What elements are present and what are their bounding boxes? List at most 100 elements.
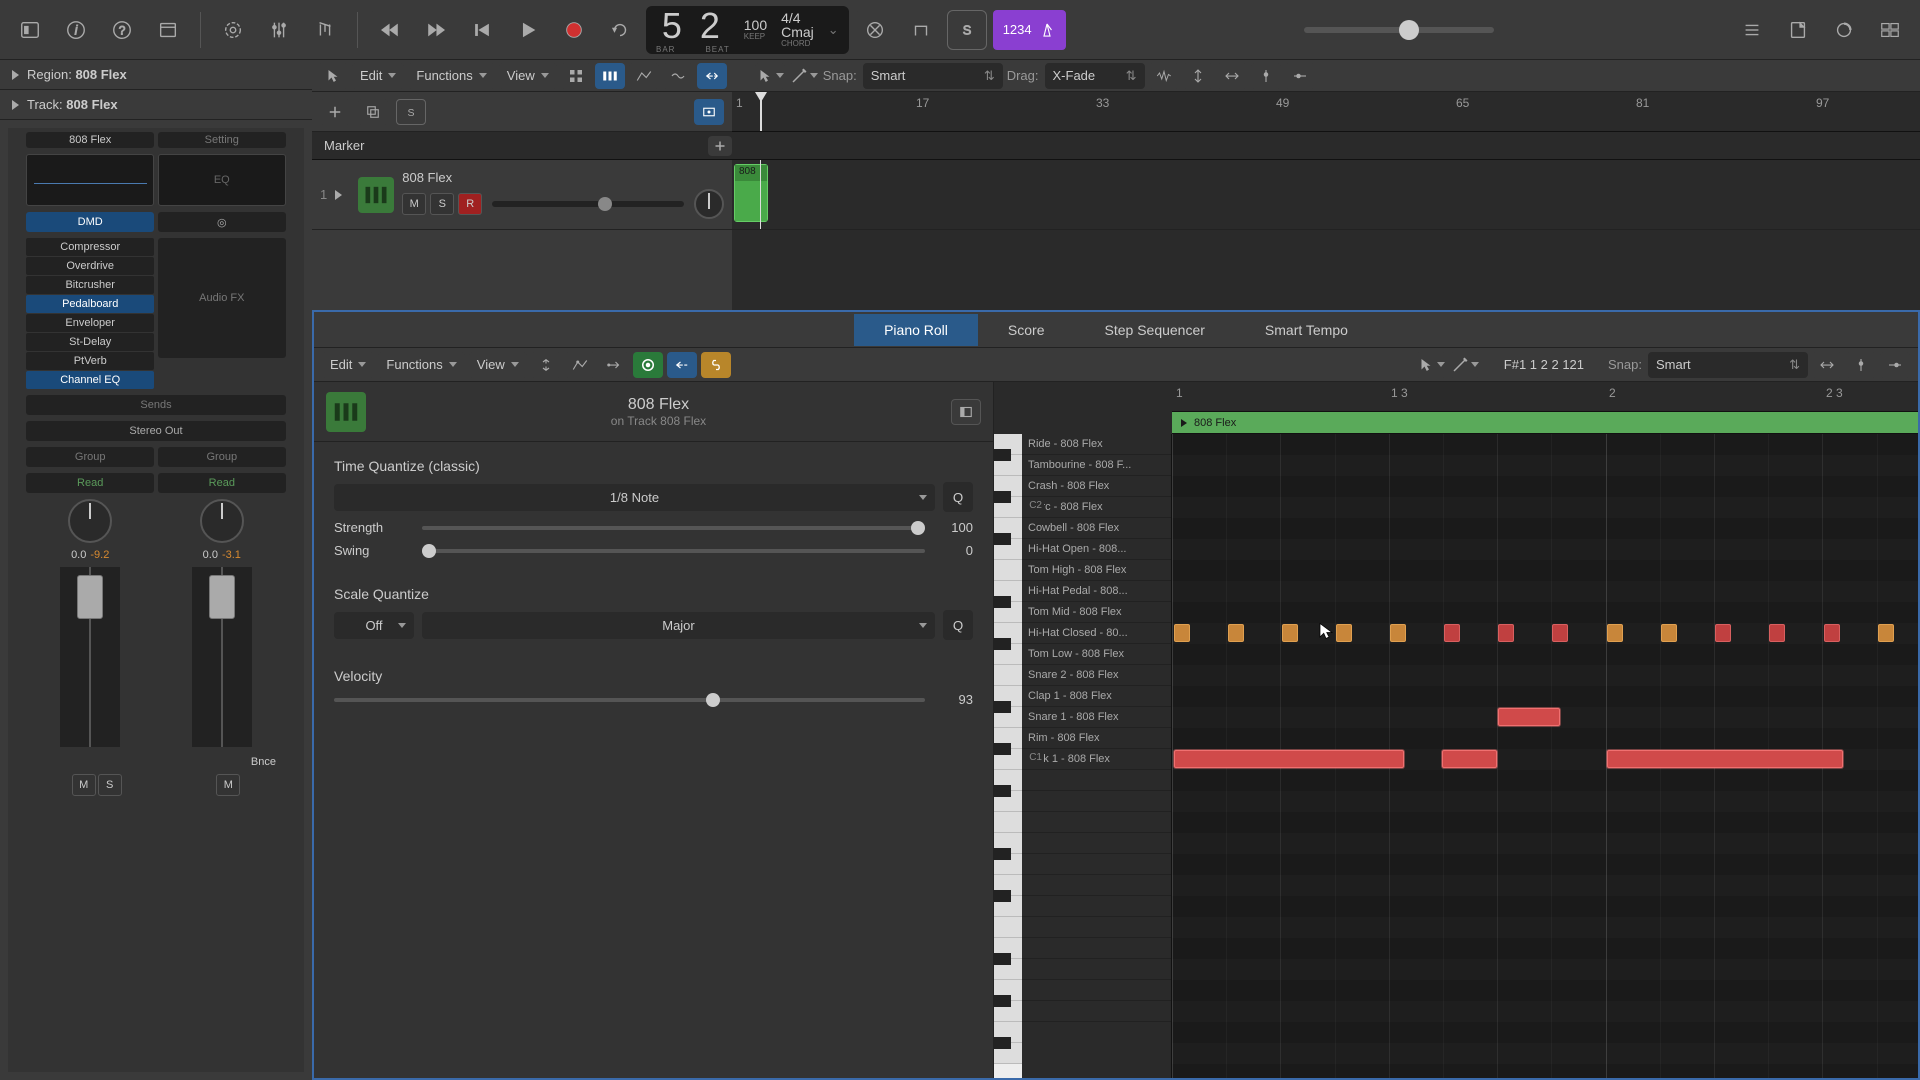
track-name[interactable]: 808 Flex bbox=[402, 170, 724, 185]
midi-note[interactable] bbox=[1715, 624, 1731, 642]
midi-note[interactable] bbox=[1228, 624, 1244, 642]
library-button[interactable] bbox=[10, 10, 50, 50]
drum-name-row[interactable]: Crash - 808 Flex bbox=[1022, 476, 1171, 497]
quantize-apply-button[interactable]: Q bbox=[943, 482, 973, 512]
scale-enable-select[interactable]: Off bbox=[334, 612, 414, 639]
drum-name-row[interactable]: Tambourine - 808 F... bbox=[1022, 455, 1171, 476]
setting-button[interactable]: Setting bbox=[158, 132, 286, 148]
instrument-slot[interactable]: DMD bbox=[26, 212, 154, 232]
setting-name[interactable]: 808 Flex bbox=[26, 132, 154, 148]
notes-button[interactable] bbox=[1778, 10, 1818, 50]
drum-name-row[interactable]: Hi-Hat Closed - 80... bbox=[1022, 623, 1171, 644]
drum-name-row[interactable]: Rim - 808 Flex bbox=[1022, 728, 1171, 749]
play-button[interactable] bbox=[508, 10, 548, 50]
mute-button[interactable]: M bbox=[72, 774, 96, 796]
editor-functions-menu[interactable]: Functions bbox=[378, 352, 464, 378]
drum-name-row[interactable]: Kick 1 - 808 Flex bbox=[1022, 749, 1171, 770]
plugin-slot[interactable]: Bitcrusher bbox=[26, 276, 154, 294]
drum-name-row[interactable]: Hi-Hat Open - 808... bbox=[1022, 539, 1171, 560]
global-solo-button[interactable]: S bbox=[396, 99, 426, 125]
track-pan-knob[interactable] bbox=[694, 189, 724, 219]
track-record-button[interactable]: R bbox=[458, 193, 482, 215]
collapse-button[interactable] bbox=[531, 352, 561, 378]
piano-roll-ruler[interactable]: 11 322 33 bbox=[1172, 382, 1918, 412]
plugin-slot[interactable]: Pedalboard bbox=[26, 295, 154, 313]
pan-knob[interactable] bbox=[68, 499, 112, 543]
piano-roll-region-lane[interactable]: 808 Flex bbox=[1172, 412, 1918, 434]
midi-note[interactable] bbox=[1442, 750, 1497, 768]
editor-tab-step-sequencer[interactable]: Step Sequencer bbox=[1075, 314, 1235, 346]
piano-keyboard[interactable]: C2C1 bbox=[994, 434, 1022, 1078]
list-editors-button[interactable] bbox=[1732, 10, 1772, 50]
waveform-zoom-button[interactable] bbox=[1149, 63, 1179, 89]
editors-button[interactable] bbox=[305, 10, 345, 50]
drum-name-row[interactable]: Clap 1 - 808 Flex bbox=[1022, 686, 1171, 707]
track-mute-button[interactable]: M bbox=[402, 193, 426, 215]
catch-playhead-editor[interactable] bbox=[667, 352, 697, 378]
velocity-slider[interactable] bbox=[334, 698, 925, 702]
plugin-slot[interactable]: Channel EQ bbox=[26, 371, 154, 389]
time-signature[interactable]: 4/4 bbox=[781, 11, 800, 25]
track-header[interactable]: 1 808 Flex M S R bbox=[312, 160, 732, 229]
forward-button[interactable] bbox=[416, 10, 456, 50]
drum-name-row[interactable]: Hi-Hat Pedal - 808... bbox=[1022, 581, 1171, 602]
record-button[interactable] bbox=[554, 10, 594, 50]
bounce-button[interactable]: Bnce bbox=[247, 754, 280, 770]
drag-select[interactable]: X-Fade⇅ bbox=[1045, 63, 1145, 89]
editor-tab-score[interactable]: Score bbox=[978, 314, 1075, 346]
eq-slot-empty[interactable]: EQ bbox=[158, 154, 286, 206]
grid-view-button[interactable] bbox=[561, 63, 591, 89]
arrange-empty-area[interactable] bbox=[732, 230, 1920, 310]
vertical-auto-zoom-button[interactable] bbox=[1183, 63, 1213, 89]
track-disclosure-icon[interactable] bbox=[335, 190, 342, 200]
editor-view-menu[interactable]: View bbox=[469, 352, 527, 378]
autopunch-button[interactable] bbox=[901, 10, 941, 50]
catch-button[interactable] bbox=[694, 99, 724, 125]
stereo-icon[interactable]: ◎ bbox=[158, 212, 286, 232]
group-slot[interactable]: Group bbox=[26, 447, 154, 467]
drum-name-row[interactable]: Snare 2 - 808 Flex bbox=[1022, 665, 1171, 686]
pointer-tool-arrange[interactable] bbox=[318, 63, 348, 89]
editor-horizontal-zoom-fit[interactable] bbox=[1812, 352, 1842, 378]
automation-mode[interactable]: Read bbox=[26, 473, 154, 493]
catch-playhead-button[interactable] bbox=[697, 63, 727, 89]
volume-fader[interactable] bbox=[60, 567, 120, 747]
sends-slot[interactable]: Sends bbox=[26, 395, 285, 415]
plugin-slot[interactable]: St-Delay bbox=[26, 333, 154, 351]
swing-value[interactable]: 0 bbox=[933, 543, 973, 558]
track-arrange-lane[interactable]: 808 bbox=[732, 160, 1920, 229]
stop-goto-start-button[interactable] bbox=[462, 10, 502, 50]
toolbar-button[interactable] bbox=[148, 10, 188, 50]
rewind-button[interactable] bbox=[370, 10, 410, 50]
track-icon[interactable] bbox=[358, 177, 394, 213]
eq-thumbnail[interactable] bbox=[26, 154, 154, 206]
vertical-zoom-slider[interactable] bbox=[1251, 63, 1281, 89]
key-signature[interactable]: Cmaj bbox=[781, 25, 814, 39]
midi-note[interactable] bbox=[1878, 624, 1894, 642]
midi-note[interactable] bbox=[1824, 624, 1840, 642]
strength-slider[interactable] bbox=[422, 526, 925, 530]
add-track-button[interactable] bbox=[320, 99, 350, 125]
midi-note[interactable] bbox=[1769, 624, 1785, 642]
browsers-button[interactable] bbox=[1870, 10, 1910, 50]
automation-toggle[interactable] bbox=[565, 352, 595, 378]
editor-cmd-tool[interactable] bbox=[1450, 352, 1480, 378]
track-volume-slider[interactable] bbox=[492, 201, 684, 207]
duplicate-track-button[interactable] bbox=[358, 99, 388, 125]
scale-type-select[interactable]: Major bbox=[422, 612, 935, 639]
midi-note[interactable] bbox=[1282, 624, 1298, 642]
functions-menu[interactable]: Functions bbox=[408, 63, 494, 89]
plugin-slot[interactable]: PtVerb bbox=[26, 352, 154, 370]
midi-note[interactable] bbox=[1661, 624, 1677, 642]
audio-fx-slot-empty[interactable]: Audio FX bbox=[158, 238, 286, 358]
midi-out-button[interactable] bbox=[599, 352, 629, 378]
inspector-button[interactable]: i bbox=[56, 10, 96, 50]
lcd-display[interactable]: 5 2 BARBEAT 100 KEEP 4/4 Cmaj CHORD ⌄ bbox=[646, 6, 849, 54]
region-disclosure[interactable]: Region: 808 Flex bbox=[0, 60, 312, 90]
midi-note[interactable] bbox=[1174, 624, 1190, 642]
marker-lane[interactable] bbox=[732, 132, 1920, 160]
midi-note[interactable] bbox=[1552, 624, 1568, 642]
edit-menu[interactable]: Edit bbox=[352, 63, 404, 89]
master-volume-slider[interactable] bbox=[1304, 27, 1494, 33]
replace-button[interactable] bbox=[855, 10, 895, 50]
